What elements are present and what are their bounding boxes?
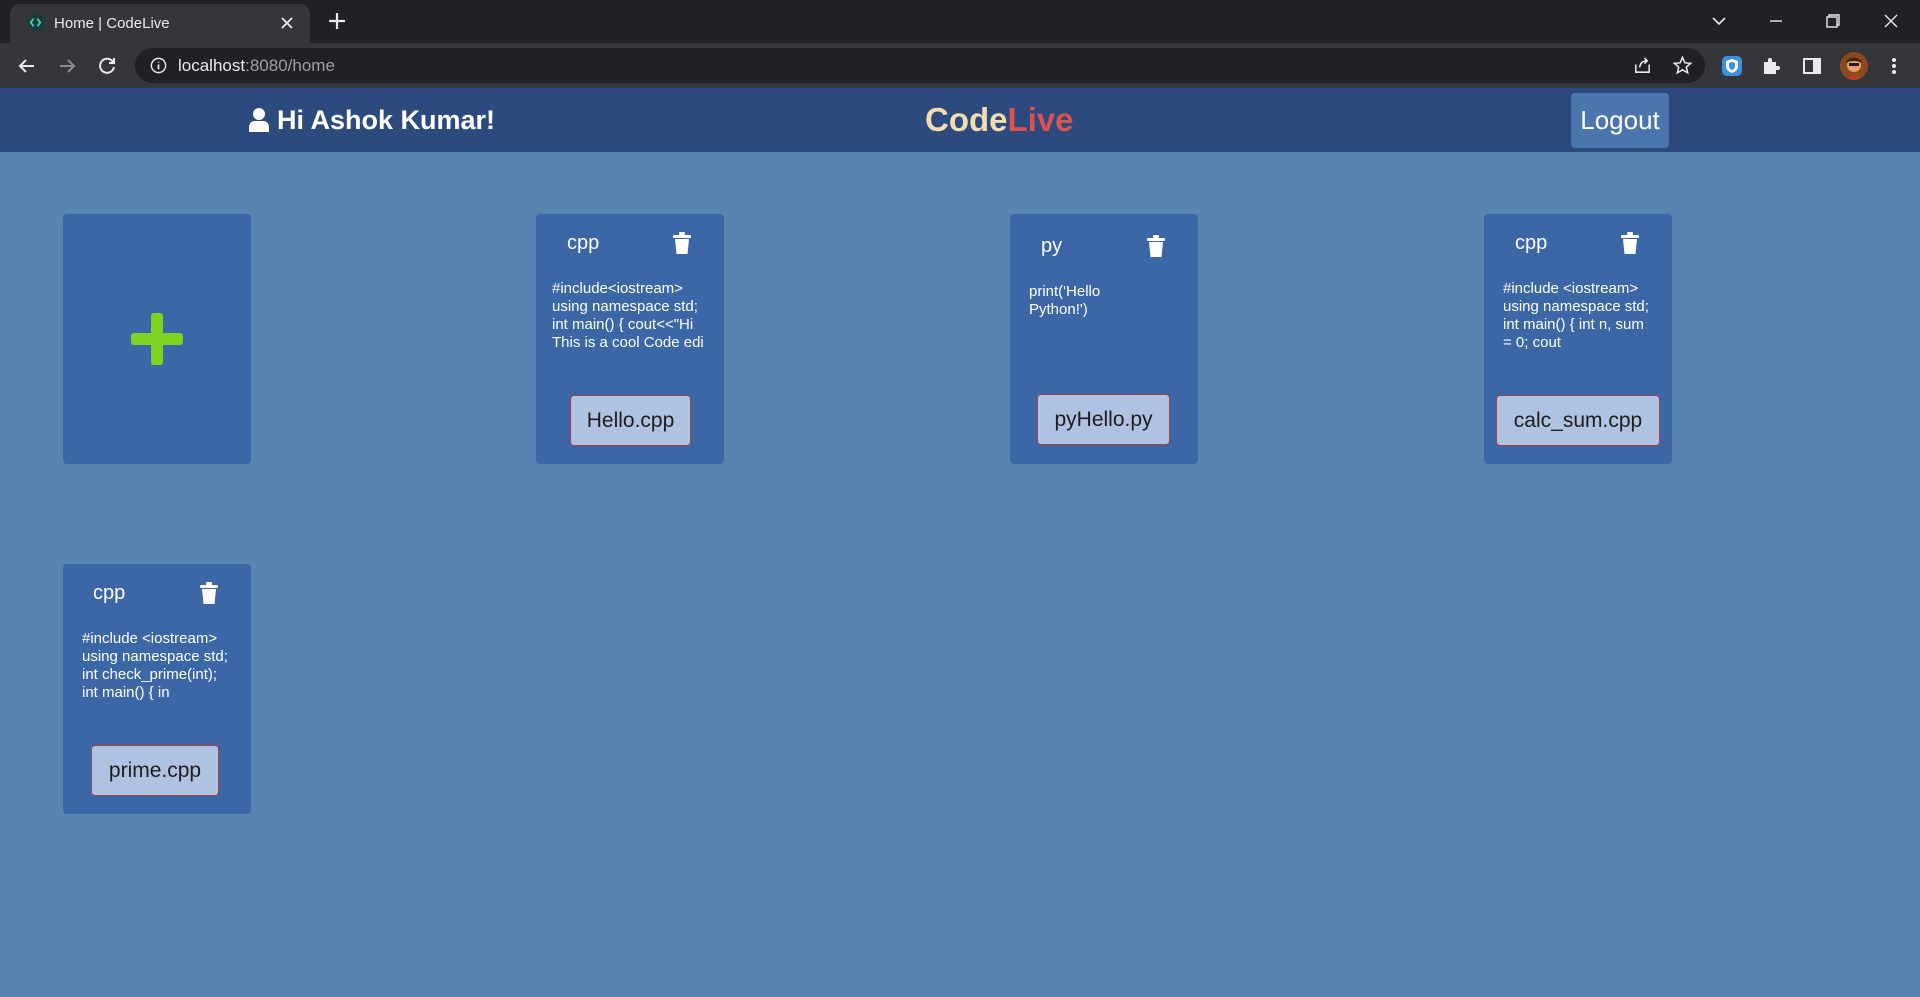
brand-code: Code [925, 101, 1008, 138]
code-snippet: #include<iostream> using namespace std; … [552, 280, 704, 351]
file-language: cpp [567, 232, 600, 254]
close-window-icon[interactable] [1878, 8, 1904, 34]
trash-icon[interactable] [200, 582, 218, 604]
browser-toolbar: localhost:8080/home [0, 43, 1920, 88]
brand-logo: CodeLive [925, 88, 1074, 152]
address-bar[interactable]: localhost:8080/home [135, 48, 1705, 83]
side-panel-icon[interactable] [1800, 54, 1824, 78]
share-icon[interactable] [1632, 55, 1653, 76]
extensions-puzzle-icon[interactable] [1760, 54, 1784, 78]
brand-live: Live [1007, 101, 1074, 138]
trash-icon[interactable] [673, 232, 691, 254]
open-file-button[interactable]: prime.cpp [91, 745, 219, 796]
user-greeting: Hi Ashok Kumar! [248, 88, 495, 152]
code-snippet: #include <iostream> using namespace std;… [1503, 280, 1649, 351]
shield-extension-icon[interactable] [1720, 54, 1744, 78]
new-tab-icon[interactable] [326, 10, 348, 32]
url-text[interactable]: localhost:8080/home [178, 48, 335, 83]
browser-tab[interactable]: Home | CodeLive [10, 4, 310, 43]
profile-avatar-icon [1840, 52, 1868, 80]
file-card: cpp #include <iostream> using namespace … [1484, 214, 1672, 464]
file-card: py print('Hello Python!') pyHello.py [1010, 214, 1198, 464]
file-language: cpp [1515, 232, 1548, 254]
app-header: Hi Ashok Kumar! CodeLive Logout [0, 88, 1920, 152]
trash-icon[interactable] [1621, 232, 1639, 254]
code-snippet: #include <iostream> using namespace std;… [82, 630, 228, 701]
restore-icon[interactable] [1820, 8, 1846, 34]
back-arrow-icon[interactable] [14, 53, 40, 79]
file-card: cpp #include<iostream> using namespace s… [536, 214, 724, 464]
trash-icon[interactable] [1147, 235, 1165, 257]
bookmark-star-icon[interactable] [1672, 55, 1693, 76]
file-language: py [1041, 235, 1063, 257]
user-icon [249, 108, 269, 132]
logout-button[interactable]: Logout [1571, 93, 1669, 148]
open-file-button[interactable]: Hello.cpp [570, 395, 691, 446]
close-tab-icon[interactable] [278, 14, 296, 32]
greeting-text: Hi Ashok Kumar! [277, 104, 496, 135]
forward-arrow-icon[interactable] [54, 53, 80, 79]
tab-search-chevron-icon[interactable] [1706, 8, 1732, 34]
file-language: cpp [93, 582, 126, 604]
browser-tabstrip: Home | CodeLive [0, 0, 1920, 43]
file-card: cpp #include <iostream> using namespace … [63, 564, 251, 814]
open-file-button[interactable]: calc_sum.cpp [1496, 395, 1660, 446]
site-info-icon[interactable] [149, 56, 168, 75]
tab-title: Home | CodeLive [54, 15, 170, 32]
plus-icon [131, 313, 183, 365]
reload-icon[interactable] [94, 53, 120, 79]
browser-menu-icon[interactable] [1882, 54, 1906, 78]
code-snippet: print('Hello Python!') [1029, 283, 1101, 318]
codelive-favicon-icon [26, 13, 45, 32]
open-file-button[interactable]: pyHello.py [1037, 394, 1170, 445]
profile-avatar[interactable] [1840, 52, 1868, 80]
minimize-icon[interactable] [1763, 8, 1789, 34]
add-file-card[interactable] [63, 214, 251, 464]
